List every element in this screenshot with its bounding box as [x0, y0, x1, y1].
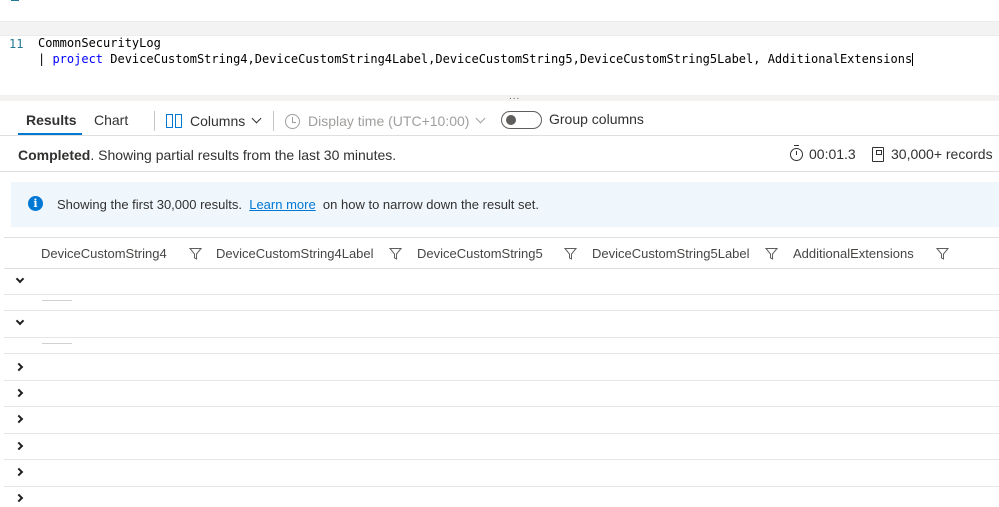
chevron-down-icon[interactable]	[15, 274, 25, 284]
info-icon: i	[28, 196, 43, 211]
display-time-button[interactable]: Display time (UTC+10:00)	[285, 111, 486, 131]
chevron-down-icon	[251, 113, 262, 123]
table-row[interactable]	[4, 269, 999, 295]
table-row[interactable]	[4, 487, 999, 507]
chevron-right-icon[interactable]	[14, 388, 24, 398]
empty-cell	[42, 300, 72, 301]
record-count: 30,000+ records	[872, 146, 993, 162]
columns-label: Columns	[190, 113, 246, 129]
filter-icon[interactable]	[936, 247, 949, 260]
learn-more-link[interactable]: Learn more	[249, 197, 315, 212]
active-tab-indicator	[18, 133, 82, 135]
records-value: 30,000+ records	[891, 146, 993, 162]
filter-icon[interactable]	[189, 247, 202, 260]
columns-button[interactable]: Columns	[166, 111, 262, 131]
table-row[interactable]	[4, 434, 999, 460]
query-editor[interactable]: 10 CommonSecurityLog 11 | project Device…	[0, 0, 999, 95]
filter-icon[interactable]	[389, 247, 402, 260]
expanded-row-detail	[4, 338, 999, 354]
group-columns-toggle[interactable]	[501, 111, 542, 129]
chevron-right-icon[interactable]	[14, 362, 24, 372]
tab-results[interactable]: Results	[26, 112, 77, 128]
column-header[interactable]: DeviceCustomString5	[417, 246, 543, 261]
keyword-project: project	[52, 52, 104, 66]
table-row[interactable]	[4, 407, 999, 434]
divider	[273, 111, 274, 131]
line-number: 11	[9, 37, 24, 51]
chevron-down-icon	[475, 113, 486, 123]
table-row[interactable]	[4, 311, 999, 338]
status-bar: Completed. Showing partial results from …	[0, 136, 999, 172]
chevron-right-icon[interactable]	[14, 467, 24, 477]
results-toolbar: Results Chart Columns Display time (UTC+…	[0, 101, 999, 136]
banner-message: Showing the first 30,000 results. Learn …	[57, 197, 539, 212]
table-row[interactable]	[4, 460, 999, 487]
editor-line-10[interactable]: 10 CommonSecurityLog	[0, 6, 161, 50]
expanded-row-detail	[4, 295, 999, 311]
column-header[interactable]: AdditionalExtensions	[793, 246, 914, 261]
table-row[interactable]	[4, 354, 999, 381]
info-banner: i Showing the first 30,000 results. Lear…	[11, 182, 999, 227]
empty-cell	[42, 343, 72, 344]
divider	[154, 111, 155, 131]
editor-line-11[interactable]: 11 | project DeviceCustomString4,DeviceC…	[0, 21, 999, 66]
filter-icon[interactable]	[564, 247, 577, 260]
code-text: | project DeviceCustomString4,DeviceCust…	[38, 52, 914, 67]
grid-header: DeviceCustomString4 DeviceCustomString4L…	[4, 237, 999, 269]
chevron-right-icon[interactable]	[14, 414, 24, 424]
columns-icon	[166, 114, 182, 128]
text-cursor	[912, 53, 914, 66]
code-text: CommonSecurityLog	[38, 36, 161, 50]
records-icon	[872, 146, 884, 162]
elapsed-value: 00:01.3	[809, 146, 856, 162]
clock-icon	[285, 113, 300, 129]
project-columns: DeviceCustomString4,DeviceCustomString4L…	[103, 52, 913, 66]
column-header[interactable]: DeviceCustomString4	[41, 246, 167, 261]
group-columns-label: Group columns	[549, 111, 644, 127]
chevron-down-icon[interactable]	[15, 316, 25, 326]
filter-icon[interactable]	[765, 247, 778, 260]
stopwatch-icon	[790, 144, 803, 161]
status-message: Completed. Showing partial results from …	[18, 147, 396, 163]
chevron-right-icon[interactable]	[14, 493, 24, 503]
pipe-operator: |	[38, 52, 53, 66]
status-detail: . Showing partial results from the last …	[90, 147, 397, 163]
toggle-knob	[506, 115, 516, 125]
banner-text-end: on how to narrow down the result set.	[315, 197, 539, 212]
status-state: Completed	[18, 147, 91, 163]
banner-text-start: Showing the first 30,000 results.	[57, 197, 250, 212]
column-header[interactable]: DeviceCustomString5Label	[592, 246, 750, 261]
tab-chart[interactable]: Chart	[94, 112, 128, 128]
display-time-label: Display time (UTC+10:00)	[308, 113, 470, 129]
table-row[interactable]	[4, 381, 999, 407]
line-number-9-fragment	[11, 0, 19, 1]
chevron-right-icon[interactable]	[14, 441, 24, 451]
column-header[interactable]: DeviceCustomString4Label	[216, 246, 374, 261]
elapsed-time: 00:01.3	[790, 144, 856, 162]
